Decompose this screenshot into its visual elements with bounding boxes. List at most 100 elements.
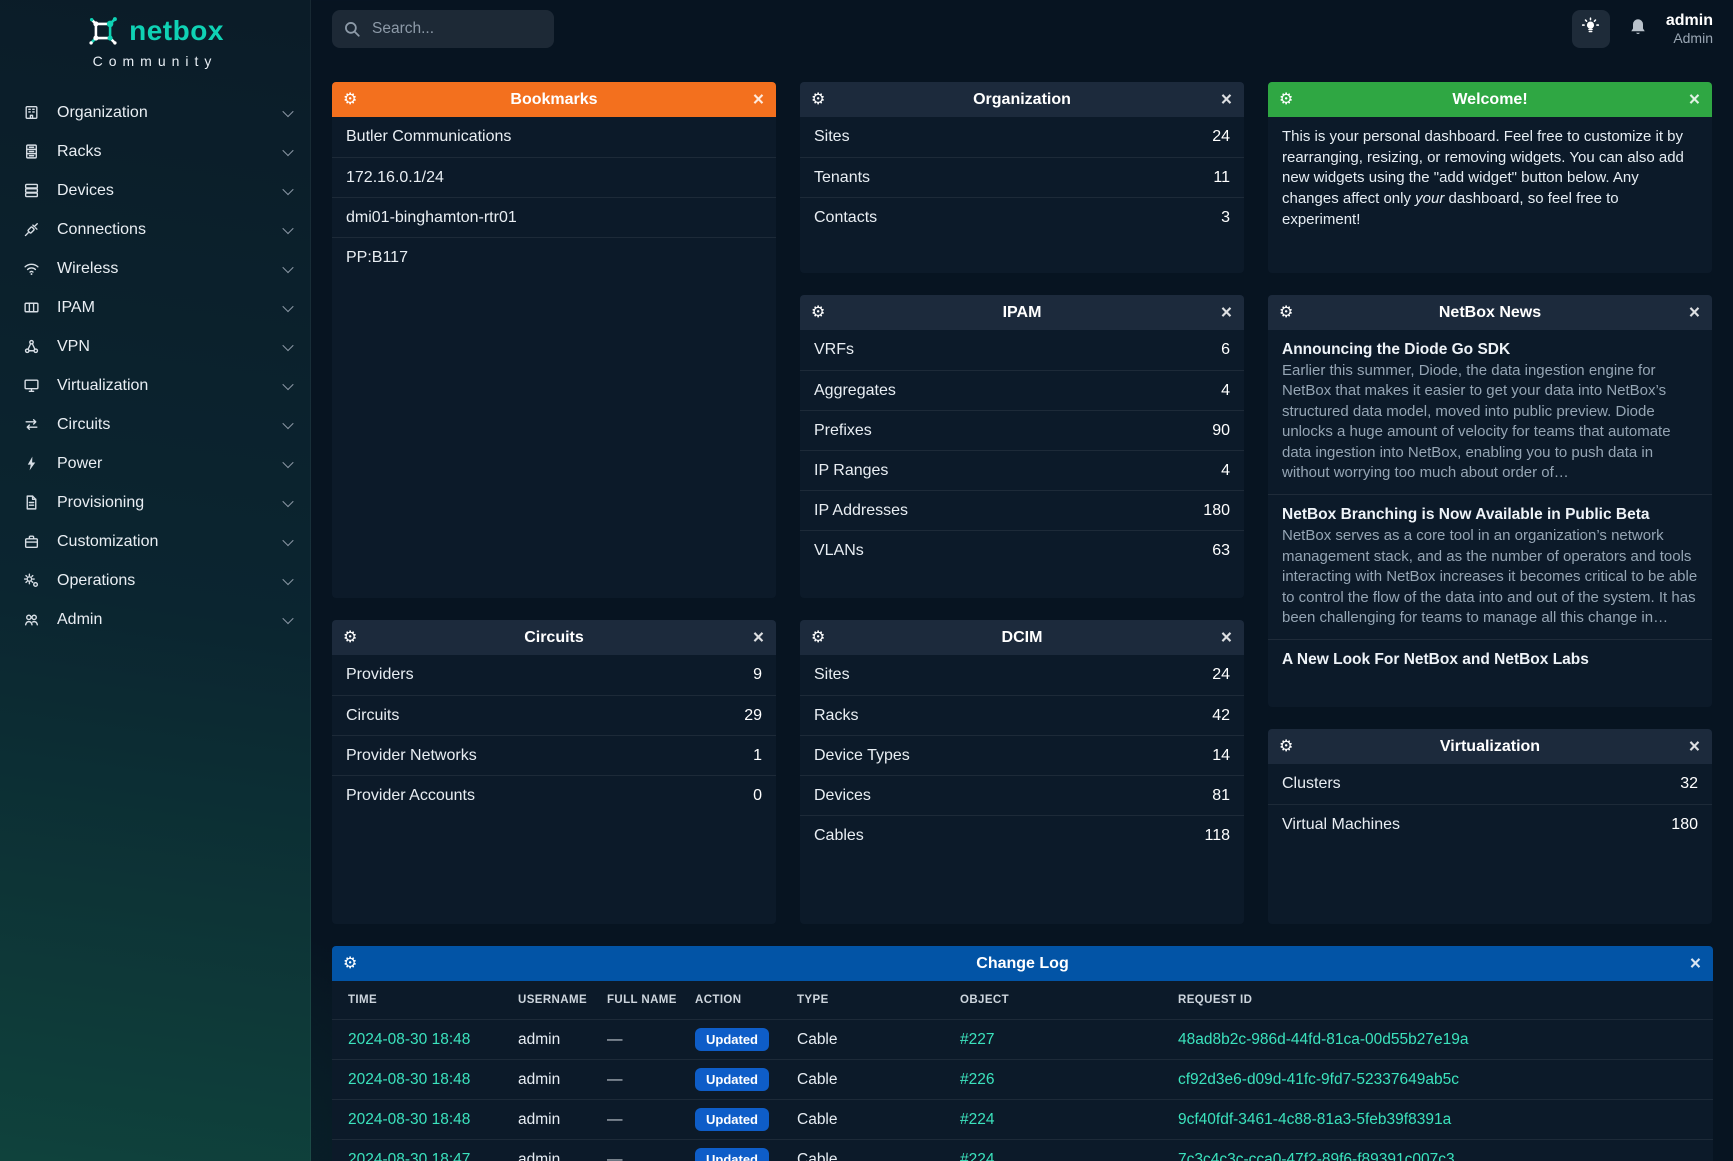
news-headline[interactable]: Announcing the Diode Go SDK — [1282, 341, 1698, 359]
stat-row: VLANs63 — [800, 530, 1244, 570]
object-link[interactable]: #224 — [960, 1111, 1178, 1129]
stat-row: Devices81 — [800, 775, 1244, 815]
stat-row: Aggregates4 — [800, 370, 1244, 410]
sidebar-item-organization[interactable]: Organization — [0, 93, 310, 132]
widget-bookmarks: ⚙ Bookmarks × Butler Communications 172.… — [332, 82, 776, 598]
news-headline[interactable]: NetBox Branching is Now Available in Pub… — [1282, 506, 1698, 524]
time-link[interactable]: 2024-08-30 18:48 — [348, 1071, 518, 1089]
close-icon[interactable]: × — [1690, 954, 1701, 973]
widget-virtualization: ⚙ Virtualization × Clusters32 Virtual Ma… — [1268, 729, 1712, 924]
stat-row: Provider Accounts0 — [332, 775, 776, 815]
bookmark-item[interactable]: PP:B117 — [332, 237, 776, 277]
close-icon[interactable]: × — [753, 628, 764, 647]
chevron-down-icon — [282, 573, 293, 584]
column-3: ⚙ Welcome! × This is your personal dashb… — [1268, 82, 1712, 924]
netbox-logo[interactable]: netbox — [0, 14, 310, 48]
object-link[interactable]: #224 — [960, 1151, 1178, 1161]
request-id-link[interactable]: 9cf40fdf-3461-4c88-81a3-5feb39f8391a — [1178, 1111, 1713, 1129]
notifications-button[interactable] — [1628, 17, 1648, 42]
sidebar-item-ipam[interactable]: IPAM — [0, 288, 310, 327]
news-item: NetBox Branching is Now Available in Pub… — [1268, 494, 1712, 639]
widget-title: Change Log — [976, 955, 1068, 973]
stat-row: Clusters32 — [1268, 764, 1712, 804]
circuits-body: Providers9 Circuits29 Provider Networks1… — [332, 655, 776, 924]
gear-icon[interactable]: ⚙ — [343, 630, 357, 646]
column-2: ⚙ Organization × Sites24 Tenants11 Conta… — [800, 82, 1244, 924]
rack-icon — [22, 142, 41, 161]
organization-body: Sites24 Tenants11 Contacts3 — [800, 117, 1244, 273]
column-header: Username — [518, 994, 607, 1006]
widget-dcim: ⚙ DCIM × Sites24 Racks42 Device Types14 … — [800, 620, 1244, 924]
welcome-text: This is your personal dashboard. Feel fr… — [1268, 117, 1712, 273]
table-row: 2024-08-30 18:48 admin — Updated Cable #… — [332, 1099, 1713, 1139]
gear-icon[interactable]: ⚙ — [1279, 739, 1293, 755]
bookmark-item[interactable]: Butler Communications — [332, 117, 776, 157]
object-link[interactable]: #226 — [960, 1071, 1178, 1089]
close-icon[interactable]: × — [1221, 303, 1232, 322]
table-row: 2024-08-30 18:48 admin — Updated Cable #… — [332, 1019, 1713, 1059]
chevron-down-icon — [282, 300, 293, 311]
sidebar-item-customization[interactable]: Customization — [0, 522, 310, 561]
close-icon[interactable]: × — [1221, 628, 1232, 647]
request-id-link[interactable]: cf92d3e6-d09d-41fc-9fd7-52337649ab5c — [1178, 1071, 1713, 1089]
stat-row: Cables118 — [800, 815, 1244, 855]
widget-title: IPAM — [1003, 304, 1042, 322]
chevron-down-icon — [282, 378, 293, 389]
sidebar-item-circuits[interactable]: Circuits — [0, 405, 310, 444]
news-headline[interactable]: A New Look For NetBox and NetBox Labs — [1282, 651, 1698, 669]
bookmark-item[interactable]: 172.16.0.1/24 — [332, 157, 776, 197]
object-link[interactable]: #227 — [960, 1031, 1178, 1049]
search-input[interactable] — [332, 10, 554, 48]
request-id-link[interactable]: 7c3c4c3c-cca0-47f2-89f6-f89391c007c3 — [1178, 1151, 1713, 1161]
stat-row: Device Types14 — [800, 735, 1244, 775]
close-icon[interactable]: × — [1221, 90, 1232, 109]
sidebar-item-devices[interactable]: Devices — [0, 171, 310, 210]
widget-ipam: ⚙ IPAM × VRFs6 Aggregates4 Prefixes90 IP… — [800, 295, 1244, 598]
brand-subtitle: Community — [0, 53, 310, 69]
close-icon[interactable]: × — [753, 90, 764, 109]
gear-icon[interactable]: ⚙ — [343, 92, 357, 108]
widget-change-log: ⚙ Change Log × Time Username Full Name A… — [332, 946, 1713, 1161]
monitor-icon — [22, 376, 41, 395]
vpn-icon — [22, 337, 41, 356]
request-id-link[interactable]: 48ad8b2c-986d-44fd-81ca-00d55b27e19a — [1178, 1031, 1713, 1049]
chevron-down-icon — [282, 222, 293, 233]
time-link[interactable]: 2024-08-30 18:48 — [348, 1031, 518, 1049]
close-icon[interactable]: × — [1689, 737, 1700, 756]
gear-icon[interactable]: ⚙ — [1279, 92, 1293, 108]
lightbulb-icon — [1581, 17, 1600, 41]
column-header: Action — [695, 994, 797, 1006]
gear-icon[interactable]: ⚙ — [1279, 305, 1293, 321]
sidebar-item-vpn[interactable]: VPN — [0, 327, 310, 366]
widget-title: Organization — [973, 91, 1071, 109]
chevron-down-icon — [282, 612, 293, 623]
gear-icon[interactable]: ⚙ — [343, 956, 357, 972]
sidebar-item-provisioning[interactable]: Provisioning — [0, 483, 310, 522]
netbox-logo-icon — [86, 14, 120, 48]
sidebar-item-wireless[interactable]: Wireless — [0, 249, 310, 288]
news-item: Announcing the Diode Go SDK Earlier this… — [1268, 330, 1712, 494]
document-icon — [22, 493, 41, 512]
sidebar-item-virtualization[interactable]: Virtualization — [0, 366, 310, 405]
widget-title: NetBox News — [1439, 304, 1541, 322]
stat-row: IP Ranges4 — [800, 450, 1244, 490]
sidebar-item-racks[interactable]: Racks — [0, 132, 310, 171]
gear-icon[interactable]: ⚙ — [811, 92, 825, 108]
sidebar-item-operations[interactable]: Operations — [0, 561, 310, 600]
close-icon[interactable]: × — [1689, 303, 1700, 322]
theme-toggle-button[interactable] — [1572, 10, 1610, 48]
gear-icon[interactable]: ⚙ — [811, 630, 825, 646]
gear-icon[interactable]: ⚙ — [811, 305, 825, 321]
table-header-row: Time Username Full Name Action Type Obje… — [332, 981, 1713, 1019]
bookmark-item[interactable]: dmi01-binghamton-rtr01 — [332, 197, 776, 237]
sidebar-item-admin[interactable]: Admin — [0, 600, 310, 639]
user-menu[interactable]: admin Admin — [1666, 12, 1713, 46]
widget-circuits: ⚙ Circuits × Providers9 Circuits29 Provi… — [332, 620, 776, 924]
sidebar-item-power[interactable]: Power — [0, 444, 310, 483]
chevron-down-icon — [282, 105, 293, 116]
sidebar-item-connections[interactable]: Connections — [0, 210, 310, 249]
time-link[interactable]: 2024-08-30 18:48 — [348, 1111, 518, 1129]
close-icon[interactable]: × — [1689, 90, 1700, 109]
time-link[interactable]: 2024-08-30 18:47 — [348, 1151, 518, 1161]
topbar-right: admin Admin — [1572, 10, 1713, 48]
